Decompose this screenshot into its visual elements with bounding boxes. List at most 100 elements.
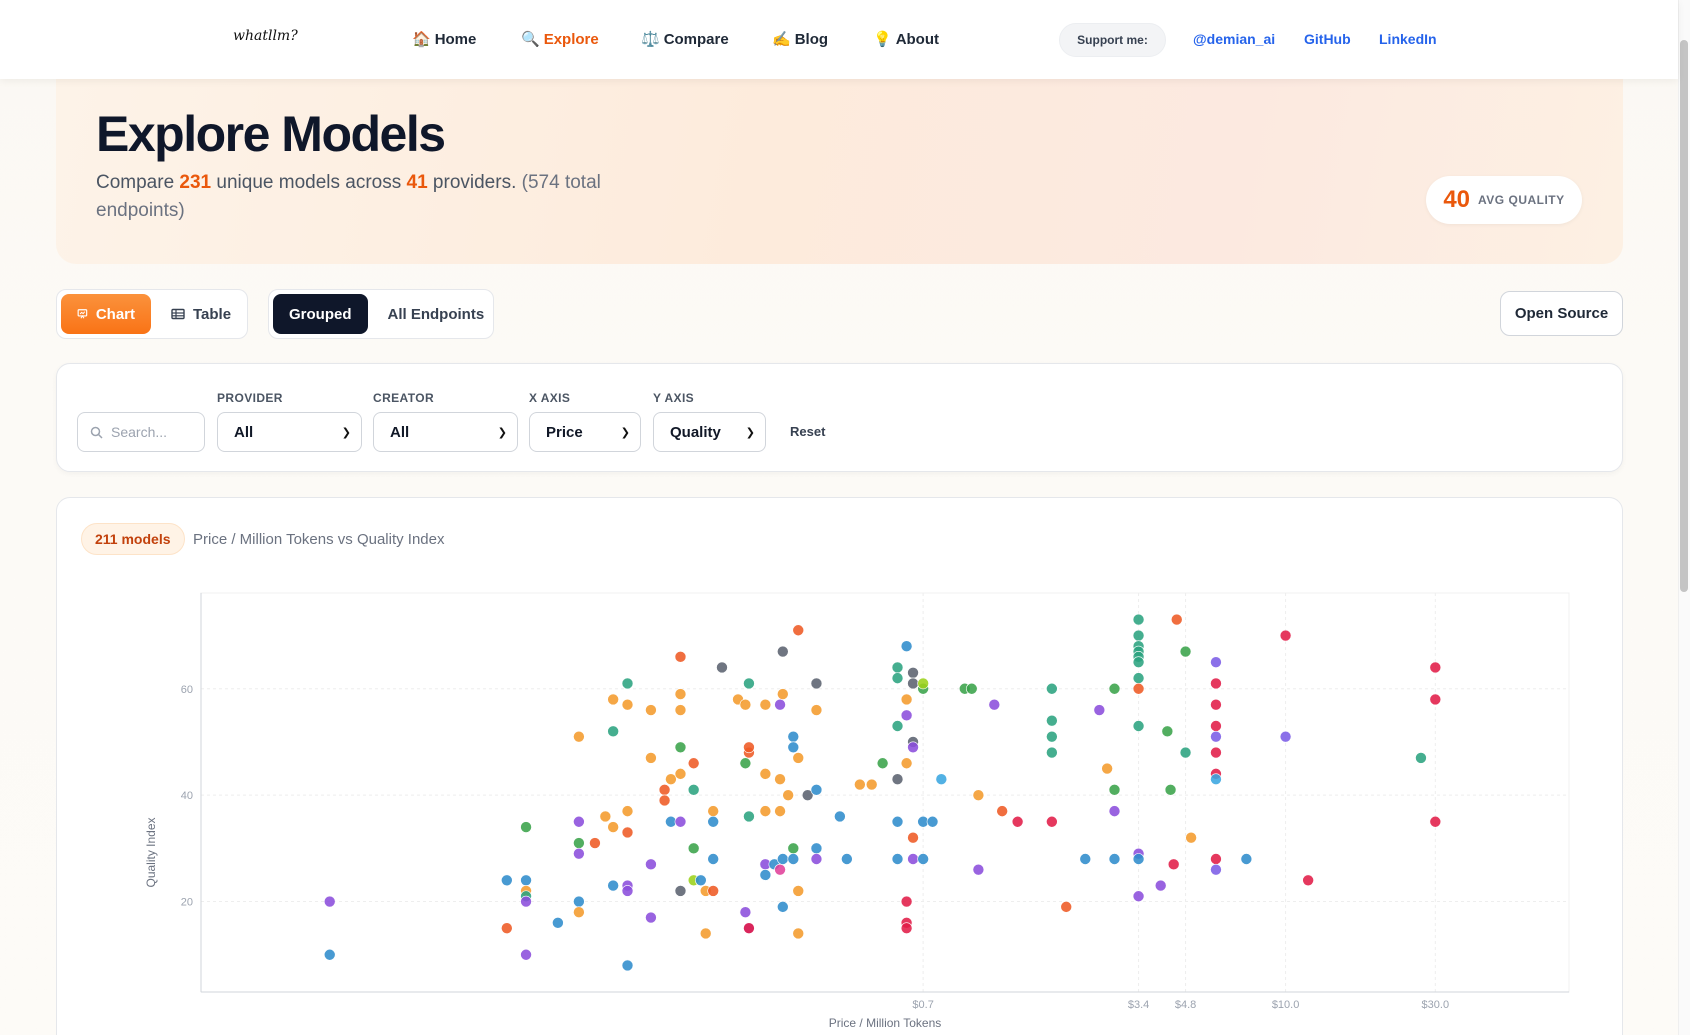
nav-compare[interactable]: ⚖️ Compare [641,30,729,49]
page-scrollbar[interactable] [1678,0,1690,1035]
data-point[interactable] [1101,762,1113,775]
data-point[interactable] [716,661,728,674]
data-point[interactable] [810,677,823,690]
data-point[interactable] [674,688,687,700]
data-point[interactable] [1161,725,1174,738]
data-point[interactable] [1167,858,1180,871]
chart-view-button[interactable]: Chart [61,294,151,334]
data-point[interactable] [787,730,800,743]
github-link[interactable]: GitHub [1304,31,1351,47]
data-point[interactable] [1210,720,1222,732]
open-source-button[interactable]: Open Source [1500,291,1623,336]
data-point[interactable] [854,778,866,791]
y-axis-select[interactable]: Quality ❯ [653,412,766,452]
creator-select[interactable]: All ❯ [373,412,518,452]
data-point[interactable] [501,874,513,887]
data-point[interactable] [607,879,619,892]
data-point[interactable] [674,704,687,716]
data-point[interactable] [777,645,789,658]
data-point[interactable] [1279,629,1292,642]
nav-about[interactable]: 💡 About [873,30,939,49]
data-point[interactable] [1093,704,1106,716]
data-point[interactable] [674,815,687,828]
data-point[interactable] [810,853,823,865]
data-point[interactable] [573,895,585,908]
scatter-plot[interactable]: 20 40 60 $0.7 $3.4 $4.8 $10.0 $30.0 Price / Mill… [57,498,1624,1035]
data-point[interactable] [1302,874,1314,887]
data-point[interactable] [1060,901,1073,913]
data-point[interactable] [552,917,564,929]
data-point[interactable] [707,805,719,817]
search-box[interactable] [77,412,205,452]
data-point[interactable] [774,773,786,786]
twitter-link[interactable]: @demian_ai [1193,31,1275,47]
data-point[interactable] [1210,863,1222,876]
data-point[interactable] [674,651,687,663]
data-point[interactable] [1240,853,1253,865]
data-point[interactable] [917,677,929,690]
data-point[interactable] [1108,682,1121,695]
data-point[interactable] [900,693,913,706]
table-view-button[interactable]: Table [155,294,247,334]
data-point[interactable] [1210,698,1222,711]
data-point[interactable] [1108,805,1121,817]
data-point[interactable] [607,693,619,706]
data-point[interactable] [645,911,657,924]
data-point[interactable] [774,863,786,876]
data-point[interactable] [1179,645,1192,658]
data-point[interactable] [900,757,913,770]
data-point[interactable] [891,720,904,732]
data-point[interactable] [1132,682,1145,695]
data-point[interactable] [621,805,634,817]
data-point[interactable] [1108,853,1121,865]
data-point[interactable] [1415,752,1427,764]
all-endpoints-button[interactable]: All Endpoints [372,294,501,334]
data-point[interactable] [674,741,687,754]
data-point[interactable] [907,667,919,679]
grouped-button[interactable]: Grouped [273,294,368,334]
data-point[interactable] [621,959,634,972]
data-point[interactable] [1132,890,1145,903]
data-point[interactable] [972,863,985,876]
data-point[interactable] [891,773,904,786]
data-point[interactable] [935,773,948,786]
data-point[interactable] [707,815,719,828]
data-point[interactable] [665,773,677,786]
data-point[interactable] [810,704,823,716]
data-point[interactable] [621,885,634,897]
data-point[interactable] [891,661,904,674]
data-point[interactable] [743,741,755,754]
nav-explore[interactable]: 🔍 Explore [521,30,599,49]
data-point[interactable] [1132,656,1145,668]
data-point[interactable] [759,869,772,881]
data-point[interactable] [707,885,719,897]
data-point[interactable] [891,815,904,828]
data-point[interactable] [1046,682,1058,695]
data-point[interactable] [972,789,985,801]
data-point[interactable] [1046,815,1058,828]
data-point[interactable] [1046,746,1058,759]
data-point[interactable] [926,815,939,828]
data-point[interactable] [891,853,904,865]
data-point[interactable] [589,837,601,849]
data-point[interactable] [573,906,585,919]
data-point[interactable] [1079,853,1092,865]
nav-blog[interactable]: ✍️ Blog [772,30,828,49]
data-point[interactable] [1046,730,1058,743]
data-point[interactable] [645,704,657,716]
data-point[interactable] [607,821,619,833]
data-point[interactable] [1210,656,1222,668]
data-point[interactable] [1210,773,1222,786]
data-point[interactable] [658,784,671,796]
data-point[interactable] [1429,661,1442,674]
data-point[interactable] [907,831,919,844]
data-point[interactable] [907,853,919,865]
data-point[interactable] [792,624,805,637]
data-point[interactable] [900,922,913,934]
data-point[interactable] [1210,853,1222,865]
data-point[interactable] [1154,879,1167,892]
data-point[interactable] [621,677,634,690]
data-point[interactable] [739,757,752,770]
data-point[interactable] [777,688,789,700]
data-point[interactable] [645,858,657,871]
